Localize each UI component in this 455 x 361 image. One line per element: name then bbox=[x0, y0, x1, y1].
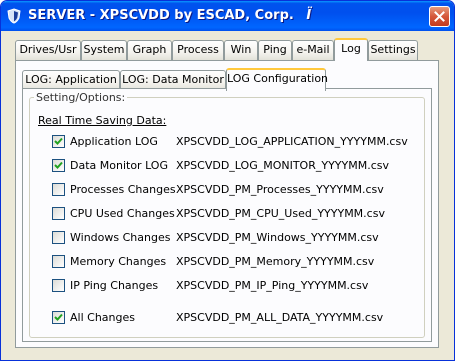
data-monitor-log-checkbox[interactable] bbox=[52, 159, 65, 172]
tab-drives-usr[interactable]: Drives/Usr bbox=[15, 40, 81, 60]
option-row: Application LOG XPSCVDD_LOG_APPLICATION_… bbox=[30, 133, 426, 151]
client-area: Drives/Usr System Graph Process Win Ping… bbox=[4, 31, 451, 358]
tab-process[interactable]: Process bbox=[172, 40, 224, 60]
window-title: SERVER - XPSCVDD by ESCAD, Corp. Ï bbox=[28, 8, 311, 23]
checkmark-icon bbox=[54, 137, 63, 145]
log-tab-panel: LOG: Application LOG: Data Monitor LOG C… bbox=[15, 60, 439, 348]
close-icon bbox=[434, 11, 445, 22]
tab-label: LOG: Application bbox=[25, 73, 117, 86]
section-title: Real Time Saving Data: bbox=[38, 114, 167, 127]
option-row: All Changes XPSCVDD_PM_ALL_DATA_YYYYMM.c… bbox=[30, 309, 426, 327]
all-changes-checkbox[interactable] bbox=[52, 311, 65, 324]
tab-label: e-Mail bbox=[296, 43, 330, 56]
tab-label: Log bbox=[341, 42, 361, 55]
option-filename: XPSCVDD_LOG_MONITOR_YYYYMM.csv bbox=[176, 159, 390, 172]
app-window: SERVER - XPSCVDD by ESCAD, Corp. Ï Drive… bbox=[0, 0, 455, 361]
tab-ping[interactable]: Ping bbox=[258, 40, 292, 60]
option-filename: XPSCVDD_PM_IP_Ping_YYYYMM.csv bbox=[176, 279, 369, 292]
option-label: CPU Used Changes bbox=[70, 207, 175, 220]
tab-log-application[interactable]: LOG: Application bbox=[22, 70, 120, 90]
option-row: Processes Changes XPSCVDD_PM_Processes_Y… bbox=[30, 181, 426, 199]
option-label: Processes Changes bbox=[70, 183, 176, 196]
group-title: Setting/Options: bbox=[34, 91, 128, 104]
option-row: Windows Changes XPSCVDD_PM_Windows_YYYYM… bbox=[30, 229, 426, 247]
option-label: Application LOG bbox=[70, 135, 158, 148]
option-label: Data Monitor LOG bbox=[70, 159, 168, 172]
window-title-text: SERVER - XPSCVDD by ESCAD, Corp. bbox=[28, 8, 294, 23]
processes-changes-checkbox[interactable] bbox=[52, 183, 65, 196]
title-bar[interactable]: SERVER - XPSCVDD by ESCAD, Corp. Ï bbox=[1, 1, 454, 31]
windows-changes-checkbox[interactable] bbox=[52, 231, 65, 244]
tab-email[interactable]: e-Mail bbox=[292, 40, 334, 60]
log-configuration-panel: Setting/Options: Real Time Saving Data: … bbox=[22, 88, 432, 342]
application-log-checkbox[interactable] bbox=[52, 135, 65, 148]
tab-label: System bbox=[83, 43, 125, 56]
option-row: Memory Changes XPSCVDD_PM_Memory_YYYYMM.… bbox=[30, 253, 426, 271]
option-filename: XPSCVDD_PM_Processes_YYYYMM.csv bbox=[176, 183, 384, 196]
memory-changes-checkbox[interactable] bbox=[52, 255, 65, 268]
option-filename: XPSCVDD_PM_ALL_DATA_YYYYMM.csv bbox=[176, 311, 384, 324]
tab-log-data-monitor[interactable]: LOG: Data Monitor bbox=[120, 70, 226, 90]
tab-label: Ping bbox=[263, 43, 287, 56]
tab-label: LOG Configuration bbox=[227, 72, 329, 85]
option-filename: XPSCVDD_LOG_APPLICATION_YYYYMM.csv bbox=[176, 135, 408, 148]
option-filename: XPSCVDD_PM_Windows_YYYYMM.csv bbox=[176, 231, 379, 244]
settings-group: Setting/Options: Real Time Saving Data: … bbox=[29, 91, 426, 338]
option-label: All Changes bbox=[70, 311, 135, 324]
option-label: Windows Changes bbox=[70, 231, 171, 244]
option-label: Memory Changes bbox=[70, 255, 167, 268]
window-title-glyph: Ï bbox=[306, 8, 312, 23]
tab-graph[interactable]: Graph bbox=[127, 40, 172, 60]
option-row: IP Ping Changes XPSCVDD_PM_IP_Ping_YYYYM… bbox=[30, 277, 426, 295]
option-label: IP Ping Changes bbox=[70, 279, 159, 292]
checkmark-icon bbox=[54, 161, 63, 169]
tab-settings[interactable]: Settings bbox=[368, 40, 418, 60]
option-row: Data Monitor LOG XPSCVDD_LOG_MONITOR_YYY… bbox=[30, 157, 426, 175]
tab-label: Drives/Usr bbox=[19, 43, 77, 56]
tab-label: Win bbox=[230, 43, 252, 56]
option-filename: XPSCVDD_PM_Memory_YYYYMM.csv bbox=[176, 255, 375, 268]
tab-system[interactable]: System bbox=[81, 40, 127, 60]
tab-label: Settings bbox=[370, 43, 416, 56]
option-filename: XPSCVDD_PM_CPU_Used_YYYYMM.csv bbox=[176, 207, 385, 220]
tab-label: LOG: Data Monitor bbox=[122, 73, 224, 86]
checkmark-icon bbox=[54, 313, 63, 321]
close-button[interactable] bbox=[429, 6, 450, 27]
shield-app-icon[interactable] bbox=[7, 8, 21, 24]
tab-log-configuration[interactable]: LOG Configuration bbox=[226, 68, 329, 91]
tab-win[interactable]: Win bbox=[224, 40, 258, 60]
option-row: CPU Used Changes XPSCVDD_PM_CPU_Used_YYY… bbox=[30, 205, 426, 223]
tab-label: Process bbox=[177, 43, 219, 56]
tab-log[interactable]: Log bbox=[334, 38, 368, 61]
ip-ping-changes-checkbox[interactable] bbox=[52, 279, 65, 292]
cpu-used-changes-checkbox[interactable] bbox=[52, 207, 65, 220]
tab-label: Graph bbox=[132, 43, 167, 56]
